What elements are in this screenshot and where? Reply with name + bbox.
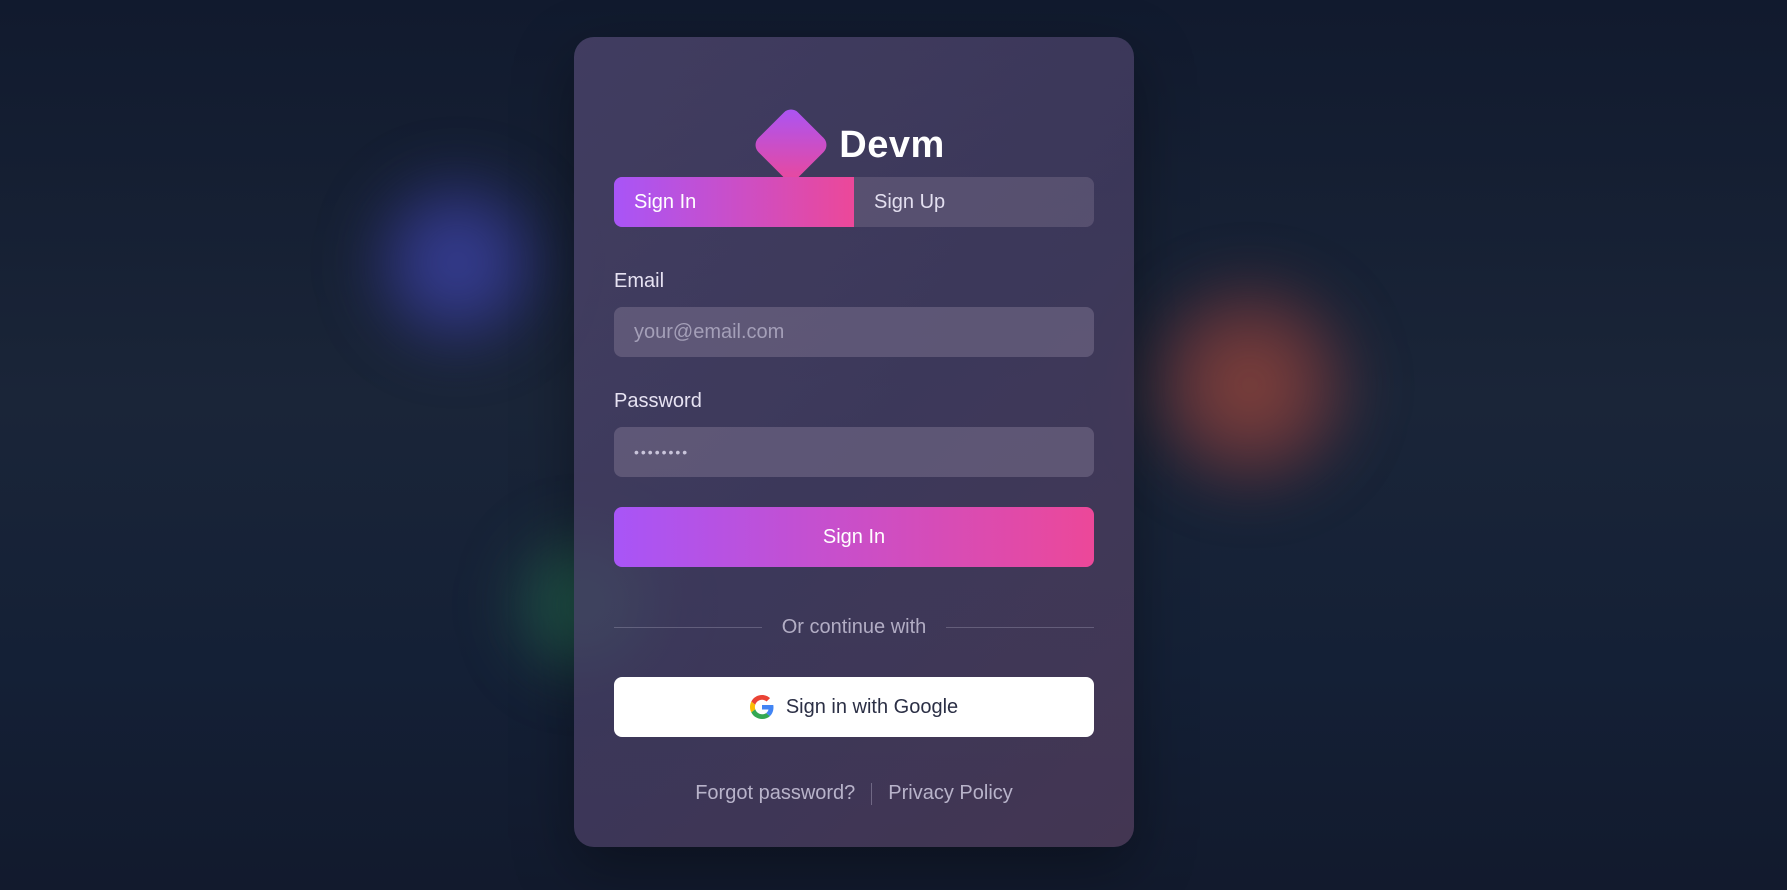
background-glow-blue bbox=[365, 170, 550, 355]
background-glow-orange bbox=[1140, 275, 1360, 495]
email-input[interactable] bbox=[614, 307, 1094, 357]
tab-sign-in[interactable]: Sign In bbox=[614, 177, 854, 227]
divider-line-right bbox=[946, 626, 1095, 628]
footer-links: Forgot password? Privacy Policy bbox=[574, 782, 1134, 805]
auth-tabs: Sign In Sign Up bbox=[614, 177, 1094, 227]
password-label: Password bbox=[614, 390, 702, 412]
brand-header: Devm bbox=[574, 105, 1134, 185]
diamond-logo-icon bbox=[751, 105, 831, 185]
footer-separator bbox=[871, 782, 873, 805]
privacy-policy-link[interactable]: Privacy Policy bbox=[888, 782, 1012, 805]
google-sign-in-button[interactable]: Sign in with Google bbox=[614, 677, 1094, 737]
brand-name: Devm bbox=[839, 123, 945, 166]
password-input[interactable]: •••••••• bbox=[614, 427, 1094, 477]
email-label: Email bbox=[614, 270, 665, 292]
auth-card: Devm Sign In Sign Up Email Password ••••… bbox=[574, 37, 1134, 847]
google-button-label: Sign in with Google bbox=[785, 695, 959, 718]
forgot-password-link[interactable]: Forgot password? bbox=[695, 782, 855, 805]
sign-in-button[interactable]: Sign In bbox=[614, 507, 1094, 567]
divider-line-left bbox=[614, 626, 762, 628]
divider-text: Or continue with bbox=[781, 615, 927, 638]
tab-sign-up[interactable]: Sign Up bbox=[854, 177, 1094, 227]
divider: Or continue with bbox=[614, 612, 1095, 642]
google-icon bbox=[749, 695, 774, 719]
